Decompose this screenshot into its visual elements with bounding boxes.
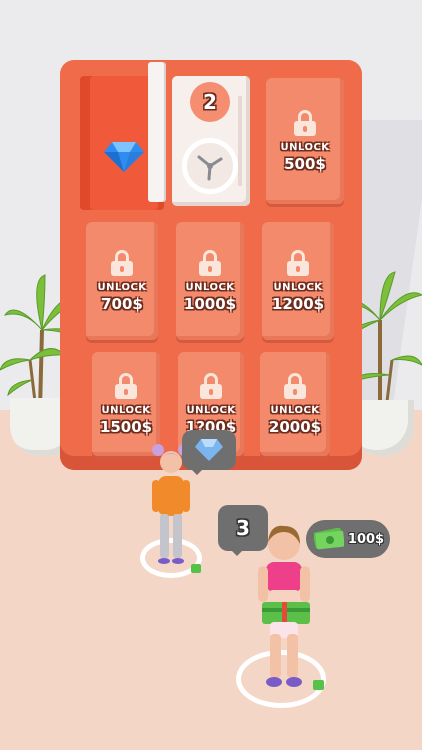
unlock-price: 700$ [101, 294, 143, 313]
padlock-icon [199, 249, 221, 276]
unlock-label: UNLOCK [185, 281, 235, 293]
carry-count-bubble: 3 [218, 505, 268, 556]
vault-dial-icon[interactable] [182, 138, 238, 194]
vault-level-badge: 2 [190, 82, 230, 122]
padlock-icon [294, 109, 316, 136]
unlock-price: 500$ [284, 154, 326, 173]
gem-icon [195, 439, 223, 461]
unlock-label: UNLOCK [101, 404, 151, 416]
diamond-icon[interactable] [104, 142, 144, 172]
unlock-label: UNLOCK [270, 404, 320, 416]
unlock-label: UNLOCK [280, 141, 330, 153]
cash-icon [314, 528, 344, 550]
locker-2000[interactable]: UNLOCK 2000$ [260, 352, 330, 456]
carry-count-text: 3 [236, 516, 250, 540]
vault-level-text: 2 [203, 90, 217, 114]
unlock-price: 1000$ [183, 294, 237, 313]
cash-reward-bubble: 100$ [306, 520, 390, 558]
padlock-icon [111, 249, 133, 276]
locker-1000[interactable]: UNLOCK 1000$ [176, 222, 244, 340]
unlock-price: 1500$ [99, 417, 153, 436]
unlock-label: UNLOCK [97, 281, 147, 293]
open-locker-door [148, 62, 164, 202]
cash-reward-text: 100$ [347, 531, 385, 547]
npc-request-bubble [182, 430, 236, 475]
locker-500[interactable]: UNLOCK 500$ [266, 78, 344, 204]
locker-700[interactable]: UNLOCK 700$ [86, 222, 158, 340]
player-progress-indicator [313, 680, 324, 690]
unlock-price: 1200$ [271, 294, 325, 313]
vault-hinge [238, 96, 242, 186]
vault-safe[interactable]: 2 [172, 76, 250, 206]
padlock-icon [284, 372, 306, 399]
unlock-label: UNLOCK [186, 404, 236, 416]
unlock-label: UNLOCK [273, 281, 323, 293]
padlock-icon [200, 372, 222, 399]
padlock-icon [287, 249, 309, 276]
padlock-icon [115, 372, 137, 399]
locker-1200[interactable]: UNLOCK 1200$ [262, 222, 334, 340]
unlock-price: 2000$ [268, 417, 322, 436]
